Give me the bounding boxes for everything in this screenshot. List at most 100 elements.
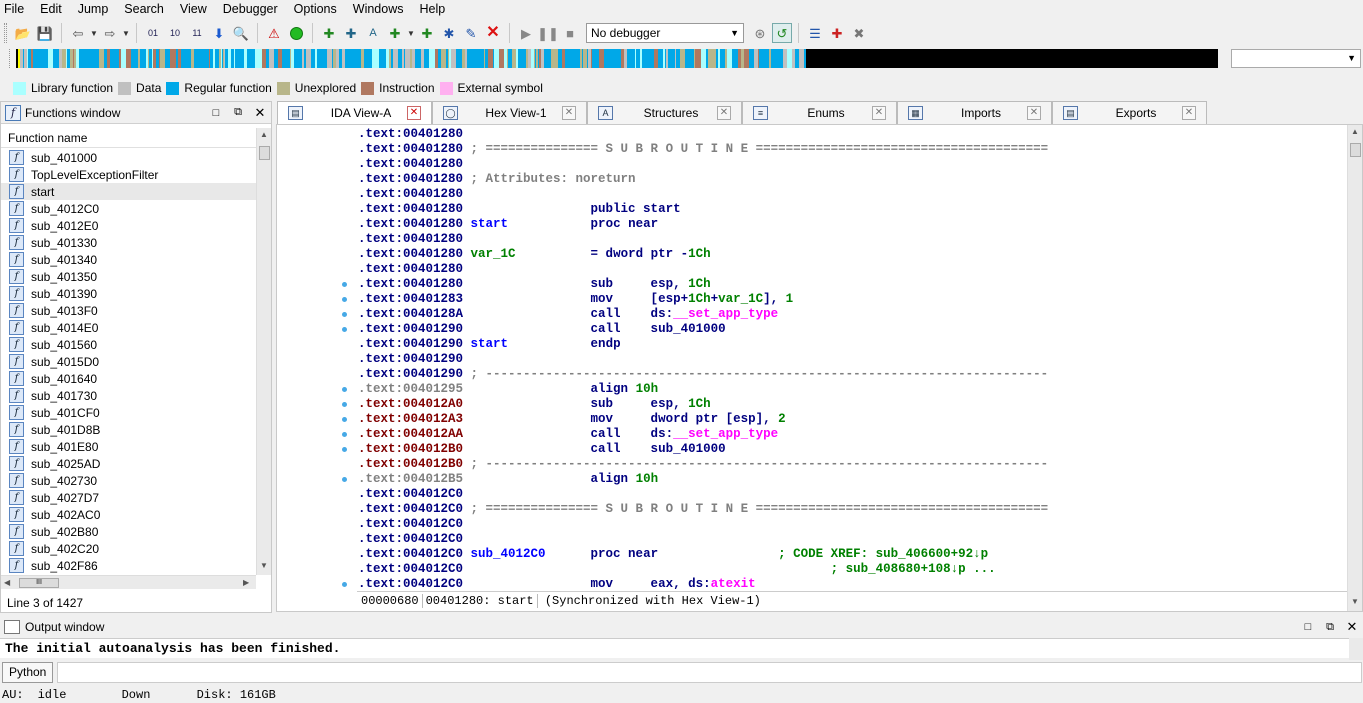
scroll-thumb[interactable]: III (19, 578, 59, 588)
function-row[interactable]: f sub_402AC0 (1, 506, 256, 523)
disassembly-line[interactable]: .text:00401280 start proc near (358, 217, 1343, 232)
disassembly-line[interactable]: .text:004012B5 align 10h (358, 472, 1343, 487)
tab-hex-view-1[interactable]: ◯ Hex View-1 ✕ (432, 101, 587, 124)
function-row[interactable]: f sub_4027D7 (1, 489, 256, 506)
edit-icon[interactable]: ✎ (461, 23, 481, 43)
scroll-down-icon[interactable]: ▼ (260, 561, 268, 570)
disassembly-line[interactable]: .text:004012A3 mov dword ptr [esp], 2 (358, 412, 1343, 427)
tab-exports[interactable]: ▤ Exports ✕ (1052, 101, 1207, 124)
function-row[interactable]: f sub_4015D0 (1, 353, 256, 370)
disassembly-line[interactable]: .text:004012B0 call sub_401000 (358, 442, 1343, 457)
delete-icon[interactable]: ✕ (483, 23, 503, 43)
disassembly-line[interactable]: .text:004012C0 (358, 517, 1343, 532)
green-circle-icon[interactable] (286, 23, 306, 43)
step-into-icon[interactable]: ↺ (772, 23, 792, 43)
disassembly-line[interactable]: .text:00401283 mov [esp+1Ch+var_1C], 1 (358, 292, 1343, 307)
disassembly-line[interactable]: .text:004012A0 sub esp, 1Ch (358, 397, 1343, 412)
jump-down-icon[interactable]: ⬇ (209, 23, 229, 43)
disassembly-line[interactable]: .text:004012C0 ; sub_408680+108↓p ... (358, 562, 1343, 577)
restore-icon[interactable]: □ (205, 107, 227, 119)
function-row[interactable]: f sub_4014E0 (1, 319, 256, 336)
navigation-band[interactable] (16, 49, 1218, 68)
function-row[interactable]: f sub_402F86 (1, 557, 256, 573)
disassembly-line[interactable]: .text:00401280 ; =============== S U B R… (358, 142, 1343, 157)
function-row[interactable]: f sub_401390 (1, 285, 256, 302)
tab-structures[interactable]: A Structures ✕ (587, 101, 742, 124)
close-icon[interactable]: ✕ (1027, 106, 1041, 120)
bits-icon[interactable]: 11 (187, 23, 207, 43)
disassembly-line[interactable]: .text:004012C0 (358, 532, 1343, 547)
disassembly-line[interactable]: .text:00401280 ; Attributes: noreturn (358, 172, 1343, 187)
close-icon[interactable]: ✕ (717, 106, 731, 120)
breakpoint-dot-icon[interactable] (342, 447, 347, 452)
function-row[interactable]: f sub_401330 (1, 234, 256, 251)
function-name-column-header[interactable]: Function name (1, 128, 256, 148)
disassembly-line[interactable]: .text:00401280 (358, 232, 1343, 247)
hex-icon[interactable]: 10 (165, 23, 185, 43)
xref-icon[interactable]: ✱ (439, 23, 459, 43)
disassembly-line[interactable]: .text:004012C0 ; =============== S U B R… (358, 502, 1343, 517)
disassembly-line[interactable]: .text:00401280 sub esp, 1Ch (358, 277, 1343, 292)
create-code-icon[interactable]: ✚ (319, 23, 339, 43)
function-row[interactable]: f sub_4012C0 (1, 200, 256, 217)
ida-vertical-scrollbar[interactable]: ▲ ▼ (1347, 125, 1362, 611)
disassembly-line[interactable]: .text:004012C0 (358, 487, 1343, 502)
scroll-up-icon[interactable]: ▲ (260, 130, 268, 139)
forward-icon[interactable]: ⇨ (100, 23, 120, 43)
close-icon[interactable]: ✕ (407, 106, 421, 120)
close-icon[interactable]: ✕ (1341, 619, 1363, 635)
breakpoint-list-icon[interactable]: ☰ (805, 23, 825, 43)
disassembly-line[interactable]: .text:00401280 (358, 127, 1343, 142)
float-icon[interactable]: ⧉ (1319, 621, 1341, 634)
tab-enums[interactable]: ≡ Enums ✕ (742, 101, 897, 124)
scroll-up-icon[interactable]: ▲ (1351, 127, 1359, 136)
breakpoint-dot-icon[interactable] (342, 477, 347, 482)
disassembly-line[interactable]: .text:0040128A call ds:__set_app_type (358, 307, 1343, 322)
disassembly-line[interactable]: .text:004012B0 ; -----------------------… (358, 457, 1343, 472)
function-row[interactable]: f sub_401560 (1, 336, 256, 353)
function-row[interactable]: f sub_401730 (1, 387, 256, 404)
disassembly-line[interactable]: .text:00401290 call sub_401000 (358, 322, 1343, 337)
struct-dropdown-icon[interactable]: ▼ (407, 29, 415, 38)
menu-jump[interactable]: Jump (70, 0, 117, 18)
function-row[interactable]: f sub_401350 (1, 268, 256, 285)
back-dropdown-icon[interactable]: ▼ (90, 29, 98, 38)
add-breakpoint-icon[interactable]: ✚ (827, 23, 847, 43)
breakpoint-dot-icon[interactable] (342, 387, 347, 392)
close-icon[interactable]: ✕ (872, 106, 886, 120)
menu-windows[interactable]: Windows (345, 0, 412, 18)
function-row[interactable]: f sub_401640 (1, 370, 256, 387)
disassembly-line[interactable]: .text:00401290 ; -----------------------… (358, 367, 1343, 382)
menu-file[interactable]: File (0, 0, 32, 18)
menu-options[interactable]: Options (286, 0, 345, 18)
menu-search[interactable]: Search (116, 0, 172, 18)
stop-icon[interactable]: ■ (560, 23, 580, 43)
function-row[interactable]: f sub_401D8B (1, 421, 256, 438)
open-icon[interactable]: 📂 (13, 23, 33, 43)
menu-debugger[interactable]: Debugger (215, 0, 286, 18)
function-row[interactable]: f start (1, 183, 256, 200)
disassembly-line[interactable]: .text:00401280 (358, 262, 1343, 277)
scroll-left-icon[interactable]: ◀ (4, 578, 10, 587)
back-icon[interactable]: ⇦ (68, 23, 88, 43)
breakpoint-dot-icon[interactable] (342, 297, 347, 302)
pause-icon[interactable]: ❚❚ (537, 23, 559, 43)
function-row[interactable]: f sub_401340 (1, 251, 256, 268)
python-button[interactable]: Python (2, 661, 54, 683)
function-row[interactable]: f sub_402C20 (1, 540, 256, 557)
function-row[interactable]: f TopLevelExceptionFilter (1, 166, 256, 183)
disassembly-line[interactable]: .text:00401280 public start (358, 202, 1343, 217)
remove-breakpoint-icon[interactable]: ✖ (849, 23, 869, 43)
breakpoint-dot-icon[interactable] (342, 402, 347, 407)
play-icon[interactable]: ▶ (516, 23, 536, 43)
disassembly-line[interactable]: .text:00401295 align 10h (358, 382, 1343, 397)
disassembly-line[interactable]: .text:00401290 (358, 352, 1343, 367)
menu-view[interactable]: View (172, 0, 215, 18)
functions-horizontal-scrollbar[interactable]: ◀ III ▶ (1, 575, 256, 589)
function-row[interactable]: f sub_402730 (1, 472, 256, 489)
debugger-select[interactable]: No debugger ▼ (586, 23, 744, 43)
function-row[interactable]: f sub_4012E0 (1, 217, 256, 234)
output-scrollbar[interactable] (1349, 638, 1363, 660)
create-struct-icon[interactable]: ✚ (385, 23, 405, 43)
disassembly-line[interactable]: .text:00401280 (358, 157, 1343, 172)
